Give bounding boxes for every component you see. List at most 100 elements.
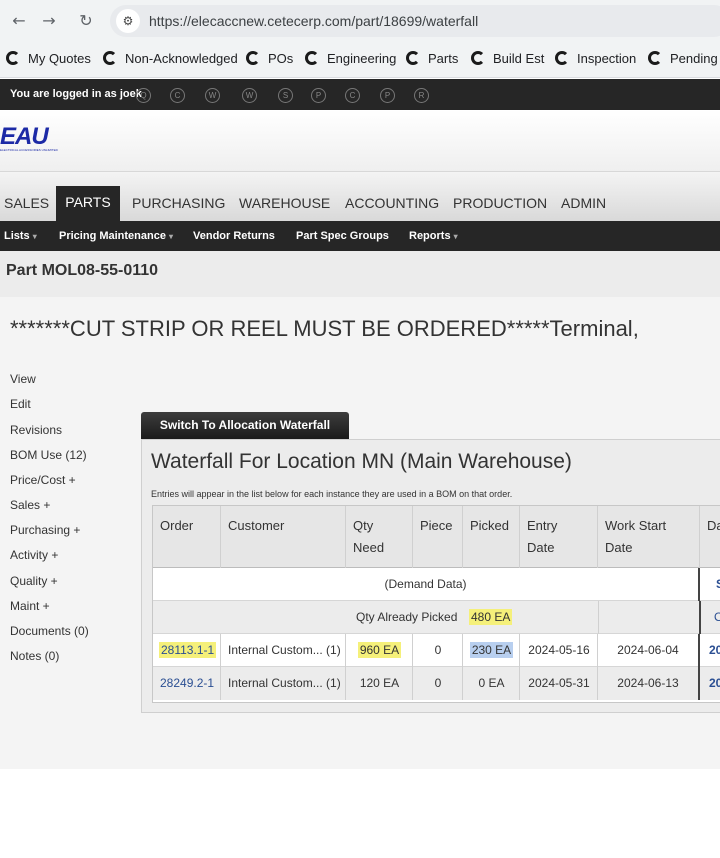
address-bar[interactable]: ⚙ https://elecaccnew.cetecerp.com/part/1… [110, 5, 720, 37]
cell-divider [699, 601, 701, 634]
bookmarks-bar: My Quotes Non-Acknowledged POs Engineeri… [0, 42, 720, 78]
next-date-cell: 20 [709, 676, 720, 690]
chevron-down-icon: ▾ [453, 232, 458, 241]
nav-purchasing[interactable]: PURCHASING [132, 195, 225, 211]
table-row: 28249.2-1 Internal Custom... (1) 120 EA … [153, 667, 720, 700]
bookmark-engineering[interactable]: Engineering [305, 51, 396, 66]
piece-cell: 0 [434, 643, 442, 657]
quick-link-icon[interactable]: C [170, 88, 185, 103]
sidebar-notes[interactable]: Notes (0) [10, 649, 59, 663]
quick-link-icon[interactable]: W [242, 88, 257, 103]
quick-link-icon[interactable]: Q [136, 88, 151, 103]
chevron-down-icon: ▾ [32, 232, 37, 241]
bookmark-favicon-icon [103, 51, 117, 65]
sidebar-purchasing[interactable]: Purchasing + [10, 523, 80, 537]
bookmark-favicon-icon [246, 51, 260, 65]
quick-link-icon[interactable]: R [414, 88, 429, 103]
sidebar-view[interactable]: View [10, 372, 36, 386]
sidebar-quality[interactable]: Quality + [10, 574, 58, 588]
bookmark-my-quotes[interactable]: My Quotes [6, 51, 91, 66]
subnav-part-spec-groups[interactable]: Part Spec Groups [296, 230, 389, 242]
next-date-cell: 20 [709, 643, 720, 657]
picked-right-link[interactable]: O [714, 601, 720, 634]
quick-link-icon[interactable]: C [345, 88, 360, 103]
sidebar-revisions[interactable]: Revisions [10, 423, 62, 437]
forward-arrow-icon[interactable]: → [38, 10, 60, 32]
column-header-order[interactable]: Order [153, 506, 221, 568]
demand-data-label: (Demand Data) [153, 568, 700, 601]
nav-parts[interactable]: PARTS [56, 186, 120, 221]
bookmark-build-est[interactable]: Build Est [471, 51, 544, 66]
waterfall-table: Order Customer Qty Need Piece Picked Entr… [152, 505, 720, 703]
picked-cell: 230 EA [469, 642, 514, 658]
sidebar-activity[interactable]: Activity + [10, 548, 58, 562]
demand-data-row: (Demand Data) S [153, 568, 720, 601]
qty-need-cell: 120 EA [359, 676, 400, 690]
url-text[interactable]: https://elecaccnew.cetecerp.com/part/186… [149, 13, 478, 29]
nav-sales[interactable]: SALES [4, 195, 49, 211]
nav-production[interactable]: PRODUCTION [453, 195, 547, 211]
nav-accounting[interactable]: ACCOUNTING [345, 195, 439, 211]
qty-need-cell: 960 EA [357, 642, 402, 658]
browser-toolbar: ← → ↻ ⚙ https://elecaccnew.cetecerp.com/… [0, 0, 720, 42]
customer-cell[interactable]: Internal Custom... (1) [228, 667, 345, 700]
nav-admin[interactable]: ADMIN [561, 195, 606, 211]
subnav-reports[interactable]: Reports ▾ [409, 230, 458, 242]
sub-nav: Lists ▾ Pricing Maintenance ▾ Vendor Retur… [0, 221, 720, 251]
cell-divider [598, 601, 599, 634]
table-row: 28113.1-1 Internal Custom... (1) 960 EA … [153, 634, 720, 667]
column-header-customer[interactable]: Customer [221, 506, 346, 568]
logged-in-text: You are logged in as joek [10, 88, 142, 100]
customer-cell[interactable]: Internal Custom... (1) [228, 634, 345, 667]
quick-link-icon[interactable]: P [380, 88, 395, 103]
column-header-piece[interactable]: Piece [413, 506, 463, 568]
bookmark-favicon-icon [6, 51, 20, 65]
piece-cell: 0 [434, 676, 442, 690]
qty-already-picked-value: 480 EA [469, 609, 513, 625]
column-header-entry-date[interactable]: Entry Date [520, 506, 598, 568]
part-header: Part MOL08-55-0110 [0, 251, 720, 297]
column-header-work-start-date[interactable]: Work Start Date [598, 506, 700, 568]
quick-link-icon[interactable]: W [205, 88, 220, 103]
sidebar-sales[interactable]: Sales + [10, 498, 50, 512]
order-link[interactable]: 28113.1-1 [159, 634, 219, 667]
order-link[interactable]: 28249.2-1 [160, 667, 220, 700]
page-title: Part MOL08-55-0110 [6, 262, 159, 279]
entry-date-cell: 2024-05-31 [528, 676, 590, 690]
sidebar-documents[interactable]: Documents (0) [10, 624, 89, 638]
chevron-down-icon: ▾ [168, 232, 173, 241]
quick-link-icon[interactable]: S [278, 88, 293, 103]
quick-link-icon[interactable]: P [311, 88, 326, 103]
subnav-vendor-returns[interactable]: Vendor Returns [193, 230, 275, 242]
picked-cell: 0 EA [478, 676, 505, 690]
sidebar-bom-use[interactable]: BOM Use (12) [10, 448, 87, 462]
bookmark-pos[interactable]: POs [246, 51, 293, 66]
column-header-qty-need[interactable]: Qty Need [346, 506, 413, 568]
sidebar-price-cost[interactable]: Price/Cost + [10, 473, 76, 487]
sidebar-edit[interactable]: Edit [10, 397, 31, 411]
reload-icon[interactable]: ↻ [75, 10, 97, 32]
subnav-lists[interactable]: Lists ▾ [4, 230, 37, 242]
work-start-date-cell: 2024-06-04 [598, 634, 700, 667]
column-header-next[interactable]: Da [700, 506, 720, 568]
header-logo-area: EAU ELECTRICAL ACCESSORIES UNLIMITED [0, 110, 720, 172]
demand-right-link[interactable]: S [716, 568, 720, 601]
site-settings-icon[interactable]: ⚙ [116, 9, 140, 33]
login-bar: You are logged in as joek Q C W W S P C … [0, 79, 720, 110]
waterfall-note: Entries will appear in the list below fo… [151, 489, 513, 499]
cell-divider [220, 667, 221, 700]
bookmark-favicon-icon [648, 51, 662, 65]
subnav-pricing-maintenance[interactable]: Pricing Maintenance ▾ [59, 230, 173, 242]
back-arrow-icon[interactable]: ← [8, 10, 30, 32]
nav-warehouse[interactable]: WAREHOUSE [239, 195, 330, 211]
bookmark-inspection[interactable]: Inspection [555, 51, 636, 66]
bookmark-pending[interactable]: Pending S [648, 51, 720, 66]
column-header-picked[interactable]: Picked [463, 506, 520, 568]
bookmark-parts[interactable]: Parts [406, 51, 458, 66]
bookmark-non-acknowledged[interactable]: Non-Acknowledged [103, 51, 238, 66]
qty-already-picked-label: Qty Already Picked [356, 610, 458, 624]
sidebar-maint[interactable]: Maint + [10, 599, 50, 613]
company-logo[interactable]: EAU ELECTRICAL ACCESSORIES UNLIMITED [0, 125, 58, 153]
switch-allocation-waterfall-button[interactable]: Switch To Allocation Waterfall [141, 412, 349, 439]
waterfall-panel: Waterfall For Location MN (Main Warehous… [141, 439, 720, 713]
